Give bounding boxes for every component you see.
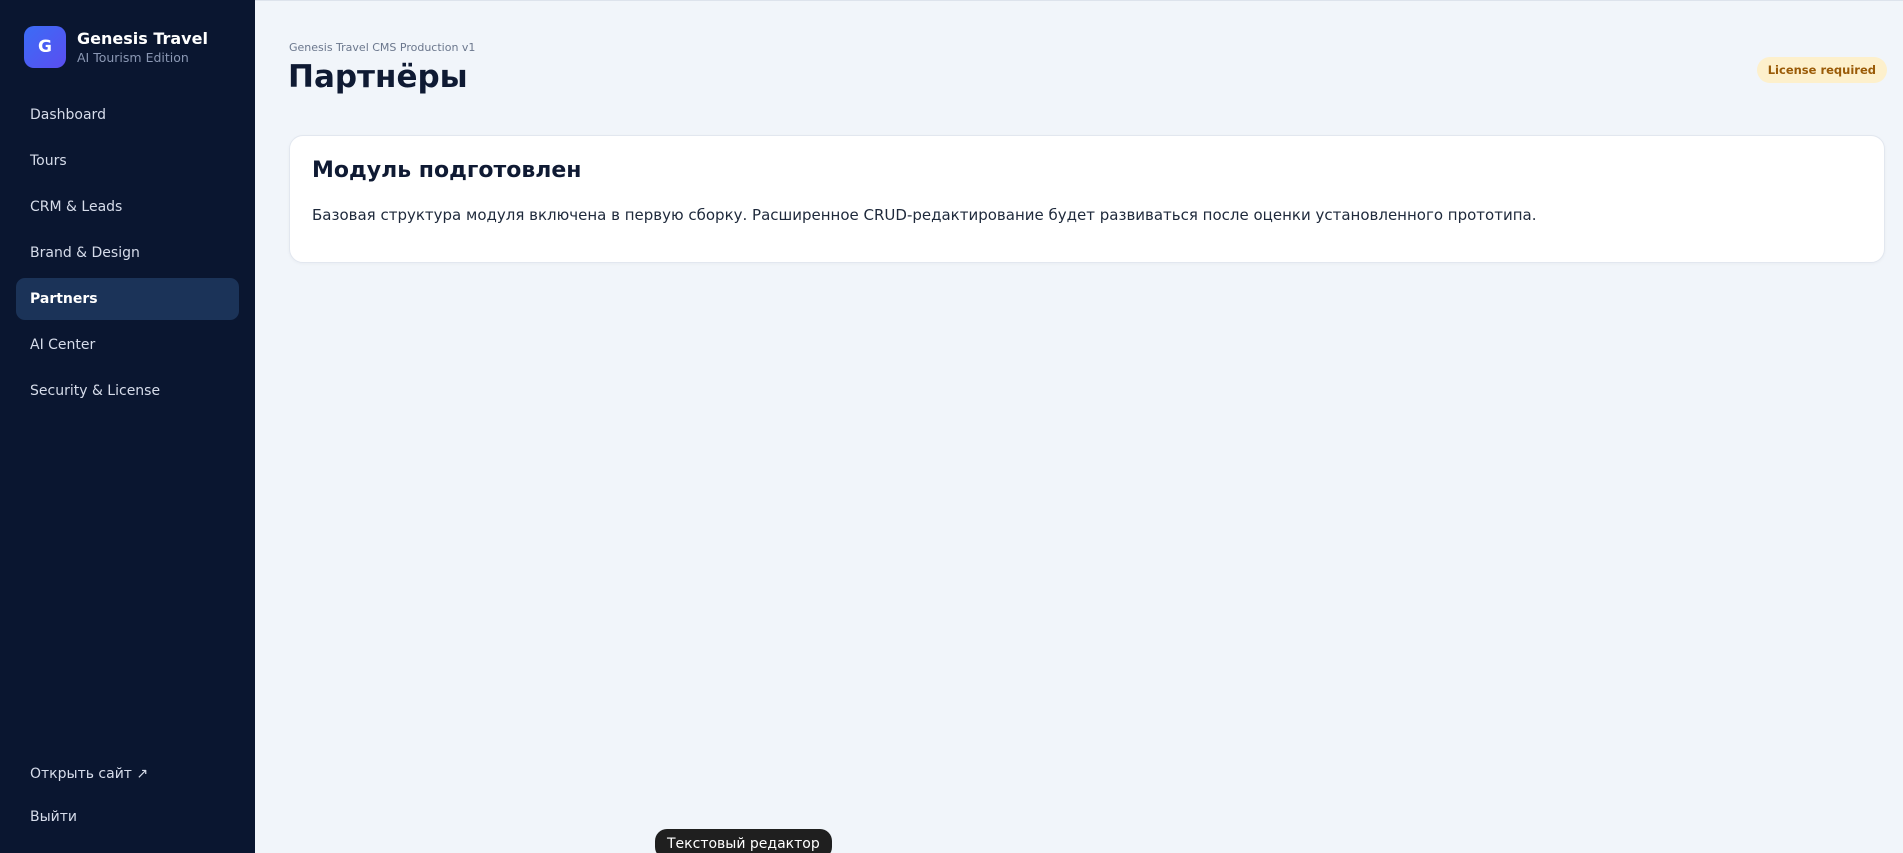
sidebar-item-crm-leads[interactable]: CRM & Leads: [16, 186, 239, 228]
module-card: Модуль подготовлен Базовая структура мод…: [289, 135, 1885, 263]
sidebar-item-dashboard[interactable]: Dashboard: [16, 94, 239, 136]
sidebar-item-security-license[interactable]: Security & License: [16, 370, 239, 412]
sidebar: G Genesis Travel AI Tourism Edition Dash…: [0, 0, 255, 853]
brand-text: Genesis Travel AI Tourism Edition: [77, 29, 208, 65]
brand-title: Genesis Travel: [77, 28, 208, 48]
license-status-badge: License required: [1756, 57, 1887, 83]
card-description: Базовая структура модуля включена в перв…: [312, 206, 1537, 224]
app-window: G Genesis Travel AI Tourism Edition Dash…: [0, 0, 1903, 853]
text-editor-tooltip: Текстовый редактор: [655, 829, 832, 853]
sidebar-item-partners[interactable]: Partners: [16, 278, 239, 320]
sidebar-nav: Dashboard Tours CRM & Leads Brand & Desi…: [16, 94, 239, 416]
sidebar-item-brand-design[interactable]: Brand & Design: [16, 232, 239, 274]
main-content: Genesis Travel CMS Production v1 Партнёр…: [255, 0, 1903, 853]
sidebar-item-tours[interactable]: Tours: [16, 140, 239, 182]
breadcrumb: Genesis Travel CMS Production v1: [289, 41, 476, 54]
brand-logo: G: [24, 26, 66, 68]
sidebar-bottom: Открыть сайт ↗ Выйти: [16, 754, 239, 840]
brand-subtitle: AI Tourism Edition: [77, 50, 189, 66]
brand[interactable]: G Genesis Travel AI Tourism Edition: [24, 26, 208, 68]
sidebar-item-ai-center[interactable]: AI Center: [16, 324, 239, 366]
open-site-link[interactable]: Открыть сайт ↗: [16, 754, 239, 794]
page-title: Партнёры: [288, 59, 468, 95]
logout-button[interactable]: Выйти: [16, 797, 239, 837]
card-title: Модуль подготовлен: [312, 158, 582, 183]
